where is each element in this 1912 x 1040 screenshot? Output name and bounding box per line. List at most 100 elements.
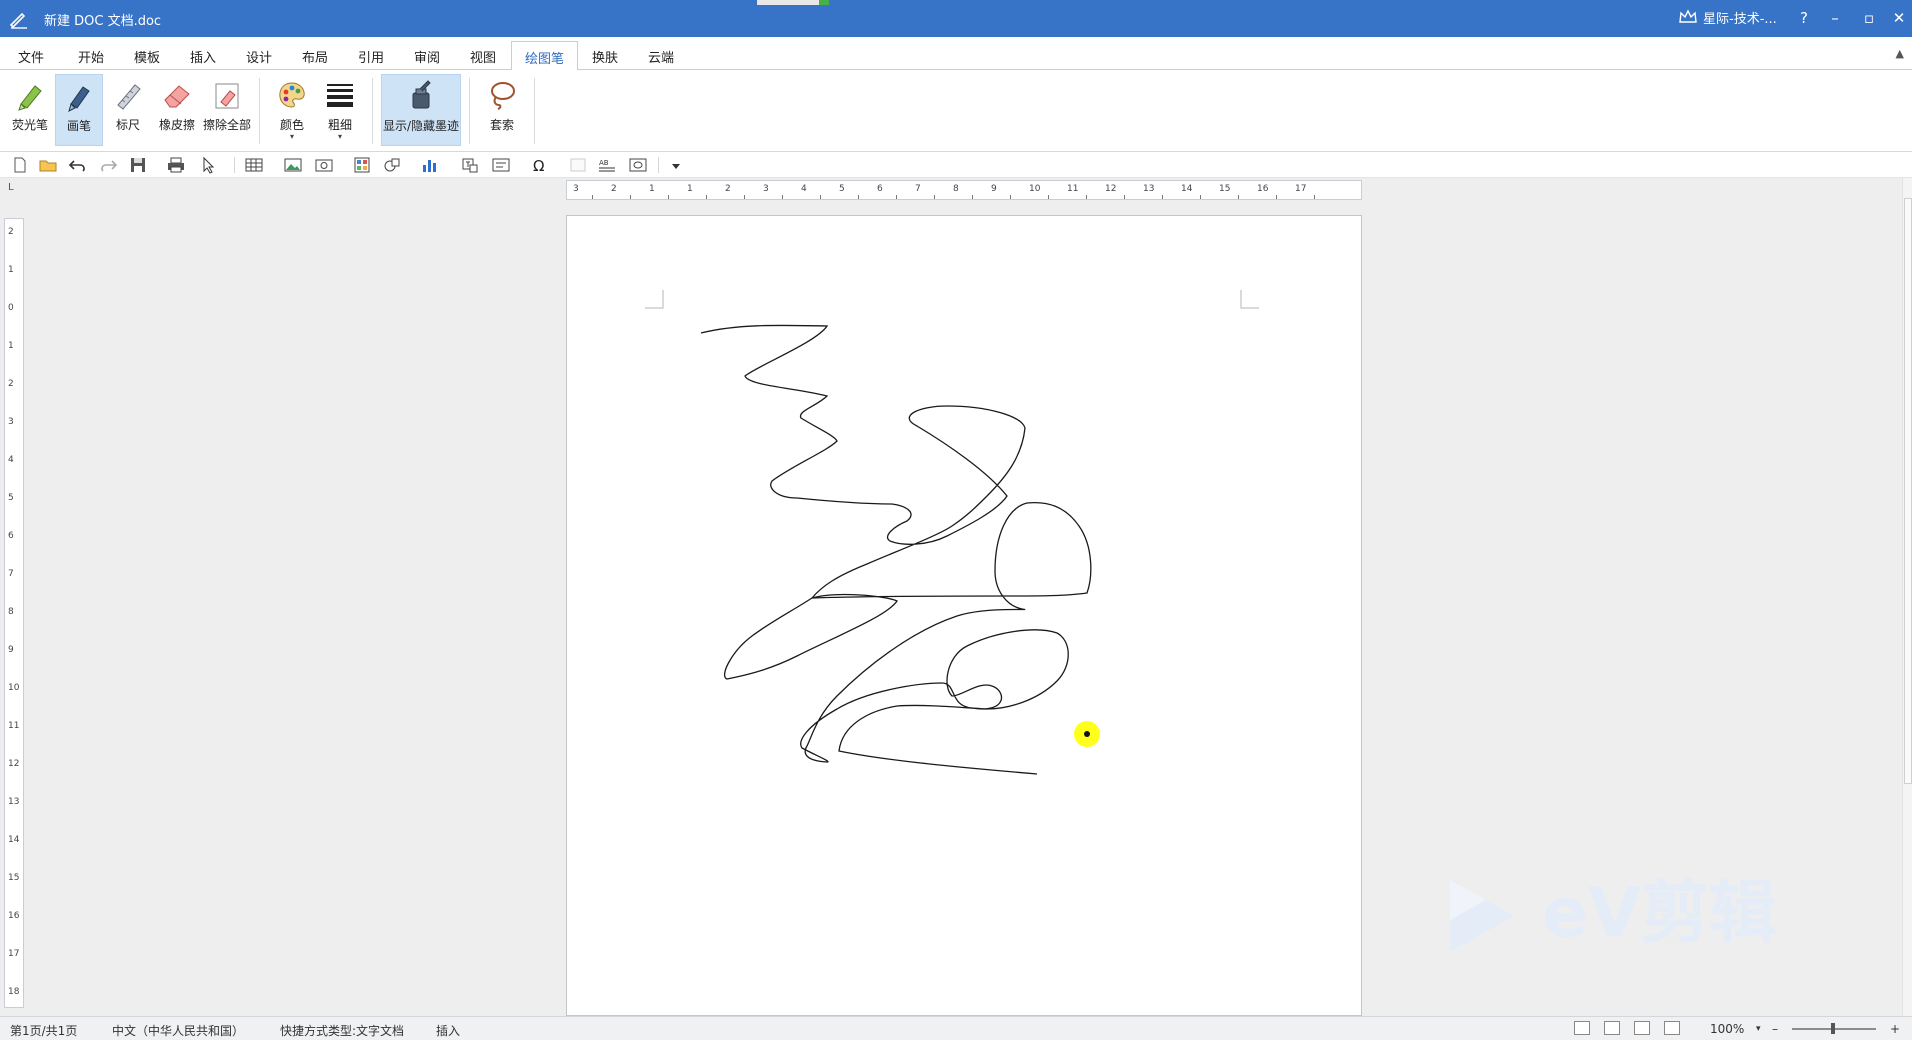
color-dropdown-arrow[interactable]: ▾ bbox=[268, 133, 316, 141]
menu-insert[interactable]: 插入 bbox=[190, 47, 216, 66]
menu-design[interactable]: 设计 bbox=[246, 47, 272, 66]
document-page[interactable] bbox=[566, 215, 1362, 1016]
menu-review[interactable]: 审阅 bbox=[414, 47, 440, 66]
lasso-button[interactable]: 套索 bbox=[478, 74, 526, 146]
menu-layout[interactable]: 布局 bbox=[302, 47, 328, 66]
chart-icon[interactable] bbox=[420, 156, 440, 174]
ruler-mark-label: 11 bbox=[1067, 184, 1079, 194]
image-grid-icon[interactable] bbox=[352, 156, 372, 174]
vertical-scrollbar-thumb[interactable] bbox=[1904, 198, 1912, 784]
print-layout-icon[interactable] bbox=[1634, 1021, 1650, 1035]
zoom-slider-knob[interactable] bbox=[1831, 1023, 1835, 1034]
ruler-pencil-icon bbox=[117, 84, 141, 110]
menu-cloud[interactable]: 云端 bbox=[648, 47, 674, 66]
thickness-button[interactable]: 粗细 ▾ bbox=[316, 74, 364, 146]
thickness-dropdown-arrow[interactable]: ▾ bbox=[316, 133, 364, 141]
minimize-button[interactable]: – bbox=[1822, 4, 1848, 32]
text-box-icon[interactable] bbox=[460, 156, 480, 174]
ruler-mark-label: 8 bbox=[8, 607, 14, 617]
shapes-icon[interactable] bbox=[382, 156, 402, 174]
redo-icon[interactable] bbox=[98, 156, 118, 174]
svg-text:Ω: Ω bbox=[533, 157, 544, 174]
ink-drawing-canvas[interactable] bbox=[567, 216, 1363, 1017]
color-button[interactable]: 颜色 ▾ bbox=[268, 74, 316, 146]
line-weight-icon bbox=[327, 84, 353, 107]
ruler-mark-label: 3 bbox=[573, 184, 579, 194]
menu-bar: 文件 开始 模板 插入 设计 布局 引用 审阅 视图 绘图笔 换肤 云端 ▲ bbox=[0, 37, 1912, 71]
ruler-mark-label: 10 bbox=[8, 683, 20, 693]
insert-mode-status[interactable]: 插入 bbox=[436, 1022, 460, 1039]
save-icon[interactable] bbox=[128, 156, 148, 174]
ribbon-separator bbox=[372, 78, 373, 144]
symbol-icon[interactable]: Ω bbox=[530, 156, 550, 174]
field-icon[interactable] bbox=[491, 156, 511, 174]
language-status[interactable]: 中文（中华人民共和国） bbox=[112, 1022, 244, 1039]
zoom-in-button[interactable]: + bbox=[1890, 1022, 1900, 1036]
menu-home[interactable]: 开始 bbox=[78, 47, 104, 66]
read-mode-icon[interactable] bbox=[1604, 1021, 1620, 1035]
thickness-label: 粗细 bbox=[327, 118, 352, 132]
menu-drawing-pen[interactable]: 绘图笔 bbox=[511, 41, 579, 71]
color-label: 颜色 bbox=[279, 118, 304, 132]
ruler-tick bbox=[592, 195, 593, 199]
ruler-corner-tab-selector[interactable]: L bbox=[8, 182, 20, 194]
ruler-mark-label: 3 bbox=[763, 184, 769, 194]
zoom-level[interactable]: 100% bbox=[1710, 1022, 1744, 1036]
highlighter-button[interactable]: 荧光笔 bbox=[6, 74, 54, 146]
vertical-scrollbar[interactable] bbox=[1902, 178, 1912, 1016]
pen-icon bbox=[68, 86, 90, 112]
menu-references[interactable]: 引用 bbox=[358, 47, 384, 66]
picture-icon[interactable] bbox=[283, 156, 303, 174]
view-icon[interactable]: AB bbox=[597, 156, 617, 174]
table-icon[interactable] bbox=[244, 156, 264, 174]
new-doc-icon[interactable] bbox=[10, 156, 30, 174]
eraser-button[interactable]: 橡皮擦 bbox=[153, 74, 201, 146]
erase-all-icon bbox=[215, 83, 239, 109]
menu-templates[interactable]: 模板 bbox=[134, 47, 160, 66]
menu-skin[interactable]: 换肤 bbox=[592, 47, 618, 66]
restore-button[interactable]: ▫ bbox=[1856, 4, 1882, 32]
open-folder-icon[interactable] bbox=[38, 156, 58, 174]
zoom-dropdown-arrow[interactable]: ▾ bbox=[1756, 1024, 1761, 1034]
doc-type-status: 快捷方式类型:文字文档 bbox=[280, 1024, 405, 1038]
spellcheck-icon[interactable] bbox=[568, 156, 588, 174]
help-button[interactable]: ? bbox=[1791, 4, 1817, 32]
zoom-out-button[interactable]: – bbox=[1772, 1022, 1778, 1036]
undo-icon[interactable] bbox=[68, 156, 88, 174]
print-icon[interactable] bbox=[166, 156, 186, 174]
vertical-ruler[interactable]: 2 1 0 1 2 3 4 5 6 7 8 9 10 11 12 13 14 15 16 17 18 bbox=[4, 218, 24, 1008]
select-pointer-icon[interactable] bbox=[200, 156, 220, 174]
screenshot-icon[interactable] bbox=[314, 156, 334, 174]
menu-view[interactable]: 视图 bbox=[470, 47, 496, 66]
page-margin-corner-top-left bbox=[645, 290, 664, 309]
ruler-mark-label: 12 bbox=[1105, 184, 1117, 194]
ribbon-collapse-button[interactable]: ▲ bbox=[1896, 47, 1904, 60]
ev-editor-watermark: eV剪辑 bbox=[1446, 868, 1816, 958]
pen-button[interactable]: 画笔 bbox=[55, 74, 103, 146]
pen-label: 画笔 bbox=[66, 119, 91, 133]
ruler-mark-label: 6 bbox=[877, 184, 883, 194]
highlighter-label: 荧光笔 bbox=[11, 118, 48, 132]
toggle-ink-button[interactable]: 显示/隐藏墨迹 bbox=[381, 74, 461, 146]
ruler-button[interactable]: 标尺 bbox=[104, 74, 152, 146]
page-count[interactable]: 第1页/共1页 bbox=[10, 1022, 77, 1039]
ruler-mark-label: 14 bbox=[1181, 184, 1193, 194]
horizontal-ruler[interactable]: 3 2 1 1 2 3 4 5 6 7 8 9 10 11 12 13 14 15 16 17 bbox=[566, 180, 1362, 200]
overlay-tab-stub bbox=[757, 0, 829, 5]
web-layout-icon[interactable] bbox=[1664, 1021, 1680, 1035]
fit-page-icon[interactable] bbox=[1574, 1021, 1590, 1035]
erase-all-button[interactable]: 擦除全部 bbox=[201, 74, 253, 146]
ruler-mark-label: 17 bbox=[1295, 184, 1307, 194]
user-account[interactable]: 星际-技术-... bbox=[1703, 8, 1777, 27]
ruler-tick bbox=[1276, 195, 1277, 199]
cursor-dot bbox=[1084, 731, 1090, 737]
comment-icon[interactable] bbox=[628, 156, 648, 174]
ribbon-separator bbox=[469, 78, 470, 144]
menu-file[interactable]: 文件 bbox=[18, 47, 44, 66]
ruler-mark-label: 13 bbox=[8, 797, 20, 807]
customize-icon[interactable] bbox=[666, 156, 686, 174]
ruler-mark-label: 2 bbox=[8, 379, 14, 389]
close-button[interactable]: ✕ bbox=[1886, 4, 1912, 32]
eraser-icon bbox=[164, 85, 190, 108]
pen-doc-icon bbox=[9, 12, 27, 29]
